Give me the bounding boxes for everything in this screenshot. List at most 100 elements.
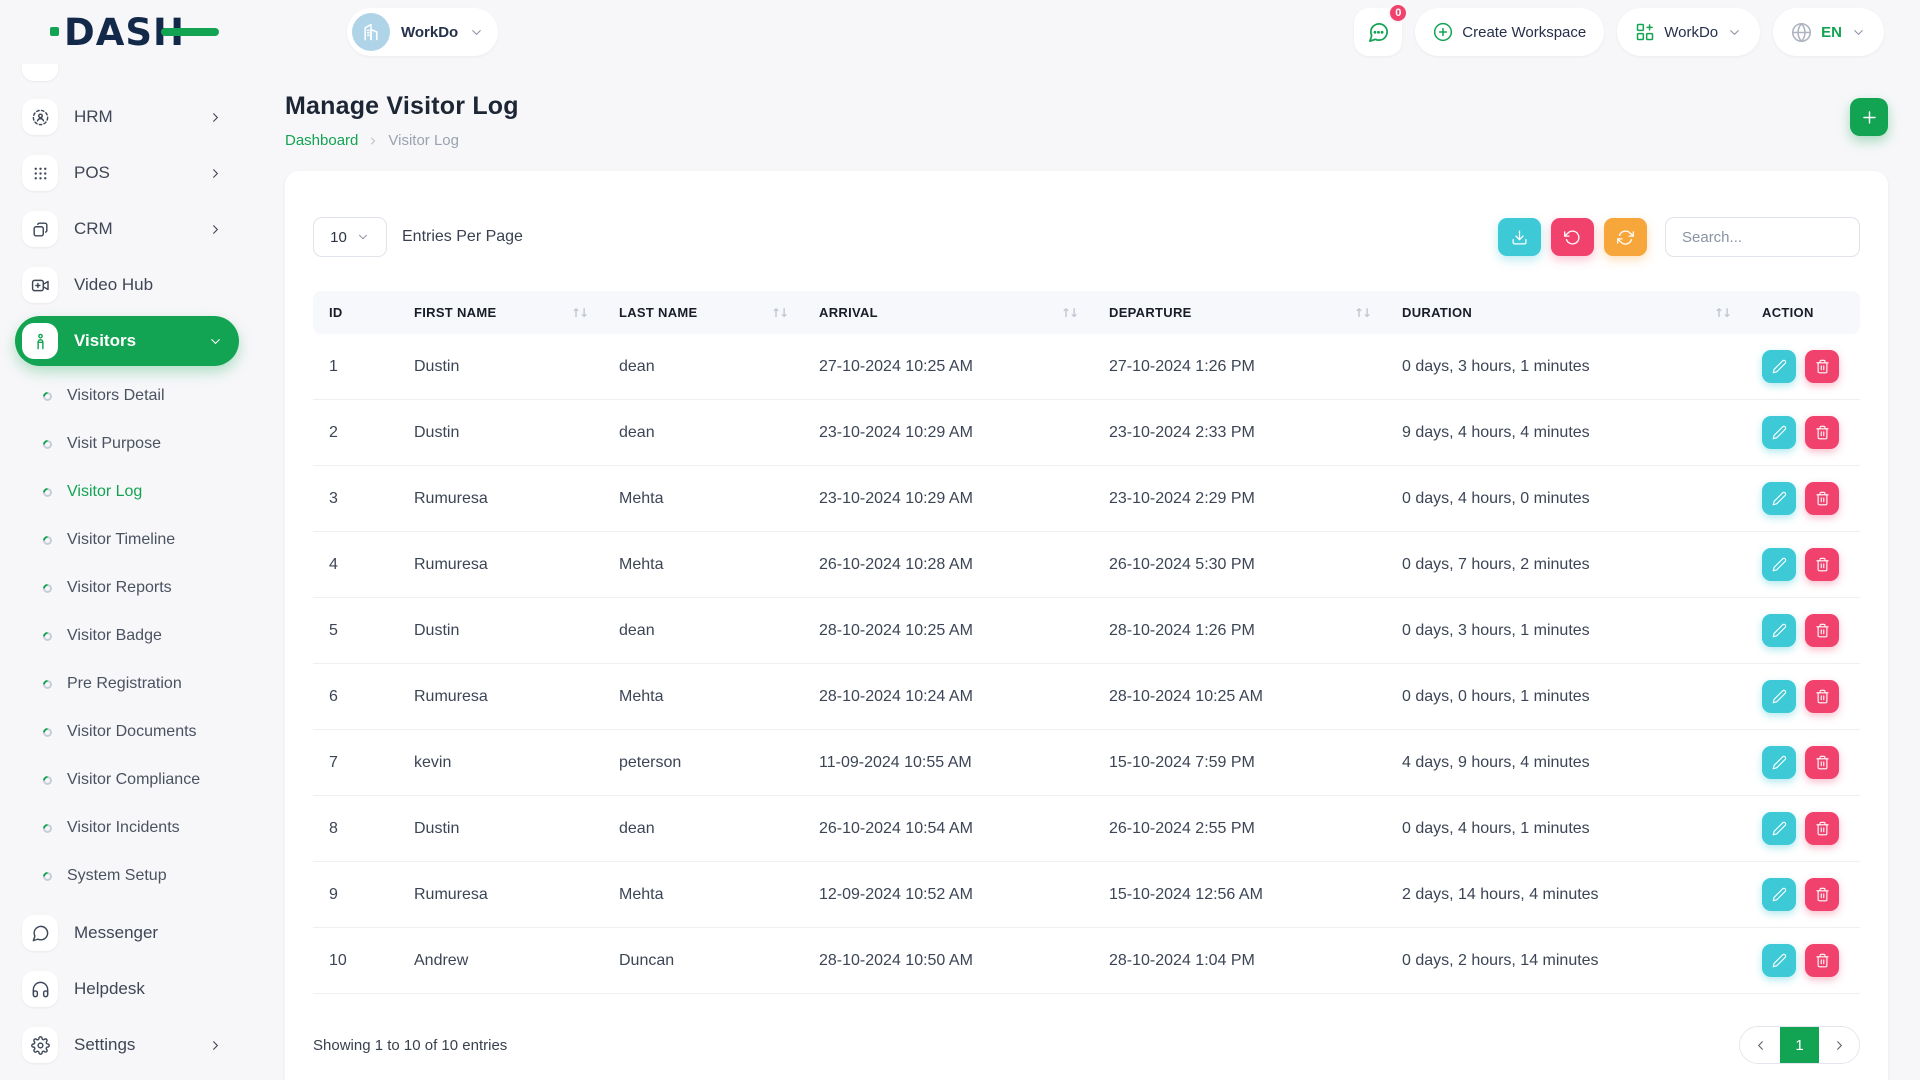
sidebar-item-visit-purpose[interactable]: Visit Purpose [15,420,255,468]
chevron-left-icon [1753,1038,1768,1053]
delete-button[interactable] [1805,680,1839,713]
delete-button[interactable] [1805,548,1839,581]
workspace-avatar [352,13,390,51]
sidebar-item-pos[interactable]: POS [15,148,239,198]
chat-button[interactable]: 0 [1354,8,1402,56]
cell-duration: 0 days, 3 hours, 1 minutes [1386,334,1746,400]
next-page-button[interactable] [1819,1027,1859,1063]
edit-button[interactable] [1762,812,1796,845]
delete-button[interactable] [1805,614,1839,647]
edit-button[interactable] [1762,680,1796,713]
chevron-right-icon [208,110,223,125]
sidebar-bottom-items: Messenger Helpdesk Settings [15,908,255,1070]
add-visitor-log-button[interactable] [1850,98,1888,136]
table-row: 10 Andrew Duncan 28-10-2024 10:50 AM 28-… [313,928,1860,994]
page-number[interactable]: 1 [1780,1027,1819,1063]
sidebar-item-crm[interactable]: CRM [15,204,239,254]
cell-first-name: Rumuresa [398,664,603,730]
column-header-action: ACTION [1746,291,1860,334]
sidebar-item-visitor-compliance[interactable]: Visitor Compliance [15,756,255,804]
cell-duration: 0 days, 4 hours, 1 minutes [1386,796,1746,862]
trash-icon [1815,953,1830,968]
sidebar-item-pre-registration[interactable]: Pre Registration [15,660,255,708]
delete-button[interactable] [1805,746,1839,779]
edit-button[interactable] [1762,548,1796,581]
cell-arrival: 28-10-2024 10:50 AM [803,928,1093,994]
edit-button[interactable] [1762,746,1796,779]
export-button[interactable] [1498,218,1541,256]
sidebar-item-visitor-documents[interactable]: Visitor Documents [15,708,255,756]
sidebar-item-settings[interactable]: Settings [15,1020,239,1070]
cell-departure: 15-10-2024 12:56 AM [1093,862,1386,928]
delete-button[interactable] [1805,350,1839,383]
breadcrumb-dashboard-link[interactable]: Dashboard [285,132,358,149]
cell-departure: 15-10-2024 7:59 PM [1093,730,1386,796]
workspace-name: WorkDo [401,24,458,41]
language-switcher[interactable]: EN [1773,8,1884,56]
sidebar-item-visitor-incidents[interactable]: Visitor Incidents [15,804,255,852]
sidebar-item-visitor-timeline[interactable]: Visitor Timeline [15,516,255,564]
previous-page-button[interactable] [1740,1027,1780,1063]
column-header-departure[interactable]: DEPARTURE ↑↓ [1093,291,1386,334]
cell-id: 1 [313,334,398,400]
sidebar-item-system-setup[interactable]: System Setup [15,852,255,900]
edit-button[interactable] [1762,878,1796,911]
table-body: 1 Dustin dean 27-10-2024 10:25 AM 27-10-… [313,334,1860,994]
entries-per-page-select[interactable]: 10 [313,217,387,257]
delete-button[interactable] [1805,482,1839,515]
search-input[interactable] [1665,217,1860,257]
chevron-right-icon [367,135,379,147]
create-workspace-button[interactable]: Create Workspace [1415,8,1604,56]
cell-duration: 4 days, 9 hours, 4 minutes [1386,730,1746,796]
sidebar-item-visitor-log[interactable]: Visitor Log [15,468,255,516]
chevron-right-icon [208,222,223,237]
delete-button[interactable] [1805,416,1839,449]
toolbar-actions [1498,217,1860,257]
cell-id: 3 [313,466,398,532]
edit-button[interactable] [1762,416,1796,449]
delete-button[interactable] [1805,878,1839,911]
column-header-label: DEPARTURE [1109,305,1192,320]
pencil-icon [1772,689,1787,704]
column-header-duration[interactable]: DURATION ↑↓ [1386,291,1746,334]
sort-icon[interactable]: ↑↓ [1714,306,1730,320]
sidebar-item-visitors[interactable]: Visitors [15,316,239,366]
column-header-arrival[interactable]: ARRIVAL ↑↓ [803,291,1093,334]
cell-id: 8 [313,796,398,862]
sort-icon[interactable]: ↑↓ [771,306,787,320]
delete-button[interactable] [1805,812,1839,845]
sidebar-item-helpdesk[interactable]: Helpdesk [15,964,239,1014]
cell-arrival: 26-10-2024 10:54 AM [803,796,1093,862]
column-header-last-name[interactable]: LAST NAME ↑↓ [603,291,803,334]
edit-button[interactable] [1762,614,1796,647]
globe-icon [1791,22,1812,43]
cell-arrival: 26-10-2024 10:28 AM [803,532,1093,598]
refresh-button[interactable] [1604,218,1647,256]
trash-icon [1815,887,1830,902]
cell-departure: 27-10-2024 1:26 PM [1093,334,1386,400]
sidebar-item-partial[interactable] [15,64,239,88]
download-icon [1511,229,1528,246]
chat-bubble-icon [1367,21,1390,44]
cell-arrival: 23-10-2024 10:29 AM [803,400,1093,466]
table-row: 2 Dustin dean 23-10-2024 10:29 AM 23-10-… [313,400,1860,466]
edit-button[interactable] [1762,350,1796,383]
sidebar-item-hrm[interactable]: HRM [15,92,239,142]
workspace-pill[interactable]: WorkDo [347,8,498,56]
workspace-switcher[interactable]: WorkDo [1617,8,1760,56]
delete-button[interactable] [1805,944,1839,977]
sidebar-item-video-hub[interactable]: Video Hub [15,260,239,310]
reset-button[interactable] [1551,218,1594,256]
sort-icon[interactable]: ↑↓ [1354,306,1370,320]
logo-dot [50,27,59,36]
edit-button[interactable] [1762,944,1796,977]
sidebar-item-visitors-detail[interactable]: Visitors Detail [15,372,255,420]
sidebar-item-messenger[interactable]: Messenger [15,908,239,958]
sort-icon[interactable]: ↑↓ [571,306,587,320]
brand-logo: DASH [0,11,255,54]
column-header-first-name[interactable]: FIRST NAME ↑↓ [398,291,603,334]
edit-button[interactable] [1762,482,1796,515]
sidebar-item-visitor-badge[interactable]: Visitor Badge [15,612,255,660]
sidebar-item-visitor-reports[interactable]: Visitor Reports [15,564,255,612]
sort-icon[interactable]: ↑↓ [1061,306,1077,320]
